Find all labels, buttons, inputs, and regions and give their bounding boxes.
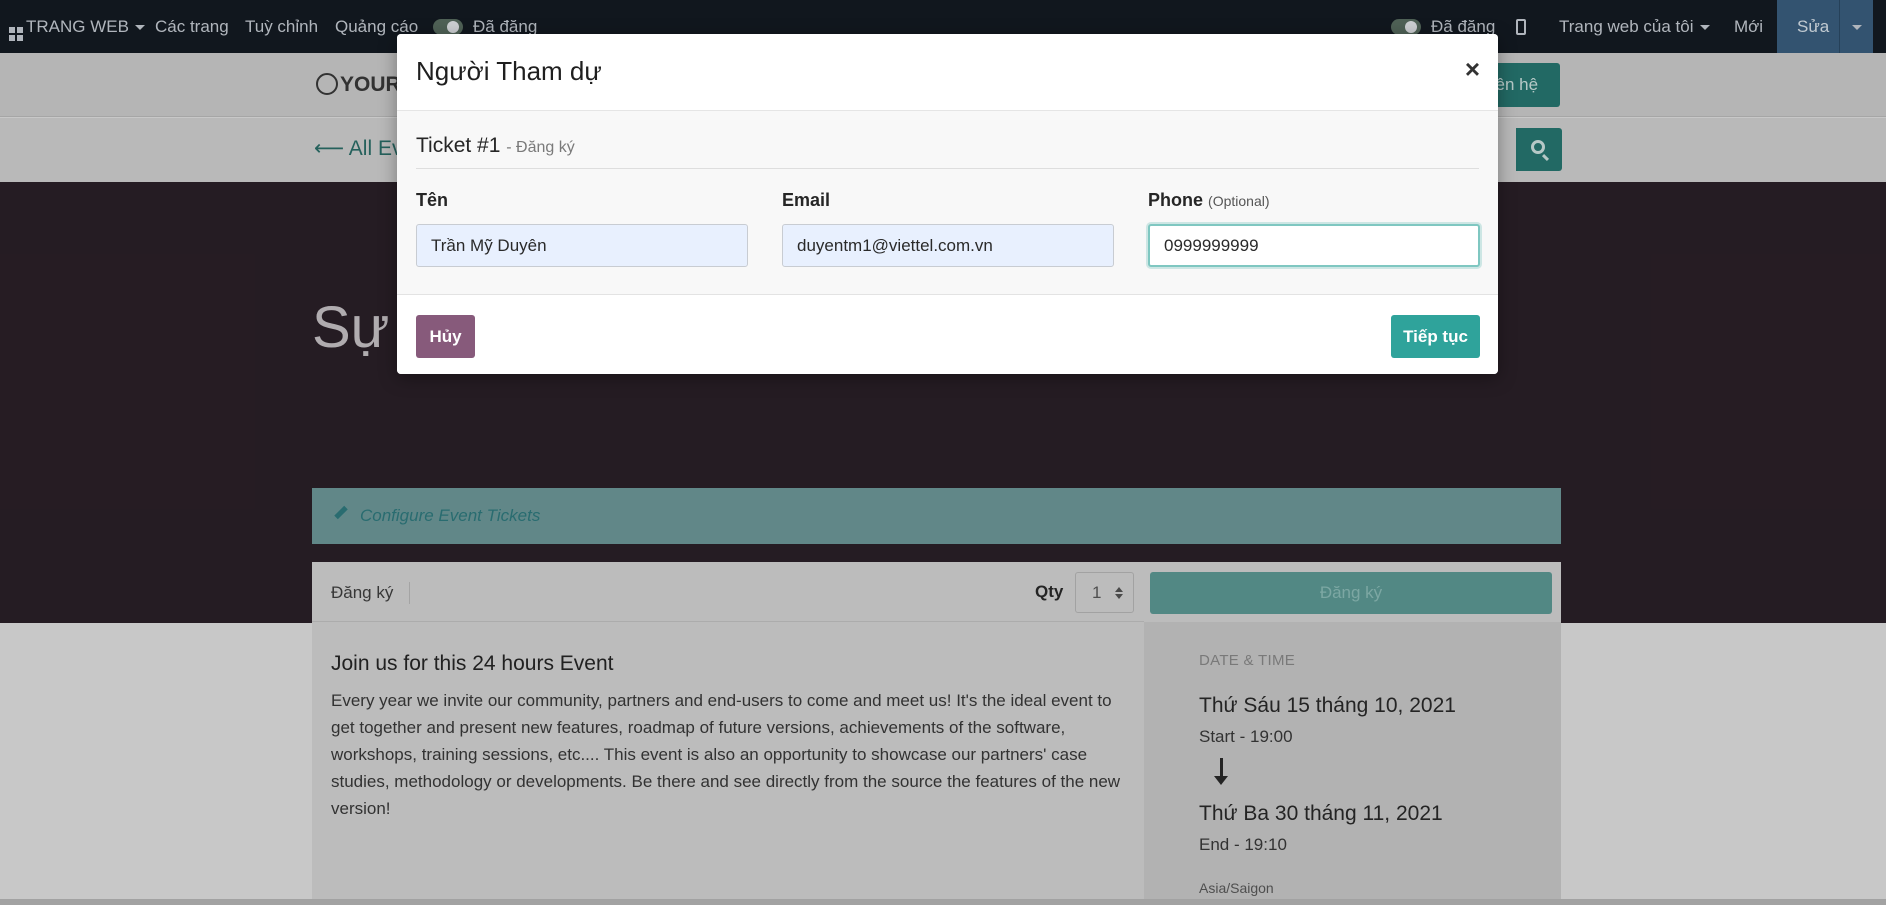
modal-footer: Hủy Tiếp tục xyxy=(397,294,1498,374)
modal-header: Người Tham dự × xyxy=(397,34,1498,111)
ticket-subtitle: - Đăng ký xyxy=(506,139,575,156)
close-icon[interactable]: × xyxy=(1465,54,1480,85)
modal-title: Người Tham dự xyxy=(416,56,602,86)
email-field[interactable] xyxy=(782,224,1114,267)
phone-label-group: Phone (Optional) xyxy=(1148,190,1270,211)
attendees-modal: Người Tham dự × Ticket #1 - Đăng ký Tên … xyxy=(397,34,1498,374)
divider xyxy=(416,168,1479,169)
name-label: Tên xyxy=(416,190,449,210)
ticket-title: Ticket #1 xyxy=(416,134,501,157)
name-field[interactable] xyxy=(416,224,748,267)
continue-button[interactable]: Tiếp tục xyxy=(1391,315,1480,358)
email-label: Email xyxy=(782,190,831,210)
phone-optional-label: (Optional) xyxy=(1208,193,1270,209)
cancel-button[interactable]: Hủy xyxy=(416,315,475,358)
ticket-heading: Ticket #1 - Đăng ký xyxy=(416,134,575,158)
phone-label: Phone xyxy=(1148,190,1204,210)
phone-field[interactable] xyxy=(1148,224,1480,267)
